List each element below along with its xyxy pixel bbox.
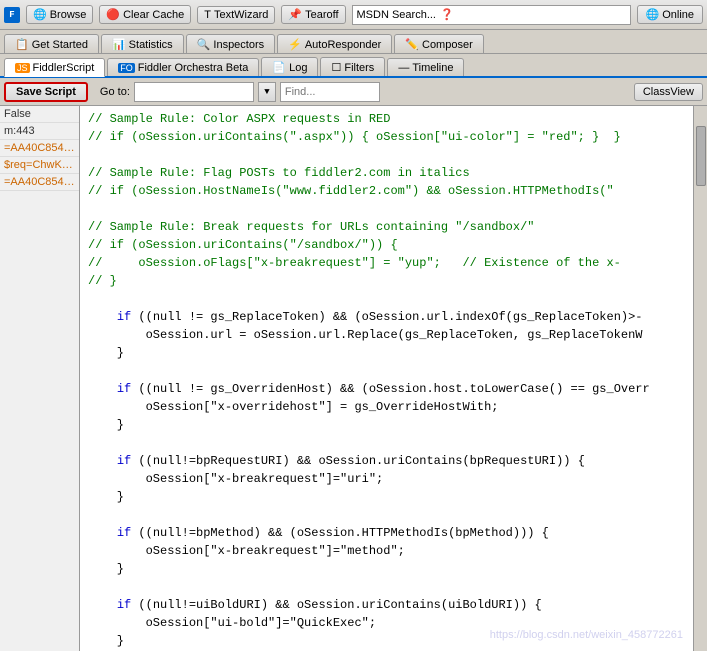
code-editor[interactable]: // Sample Rule: Color ASPX requests in R… — [80, 106, 693, 651]
tearoff-icon: 📌 — [288, 8, 302, 21]
clear-cache-icon: 🔴 — [106, 8, 120, 21]
sidebar: False m:443 =AA40C8549CC $req=ChwKDG =AA… — [0, 106, 80, 651]
online-icon: 🌐 — [646, 8, 660, 21]
main-tabbar: 📋 Get Started 📊 Statistics 🔍 Inspectors … — [0, 30, 707, 54]
list-item: m:443 — [0, 123, 79, 140]
app-icon: F — [4, 7, 20, 23]
tab-fiddler-orchestra[interactable]: FO Fiddler Orchestra Beta — [107, 58, 259, 76]
timeline-icon: — — [398, 62, 409, 74]
autoresponder-icon: ⚡ — [288, 38, 302, 51]
goto-label: Go to: — [100, 86, 130, 98]
browse-icon: 🌐 — [33, 8, 47, 21]
tab-fiddlerscript[interactable]: JS FiddlerScript — [4, 58, 105, 77]
tab-log[interactable]: 📄 Log — [261, 57, 318, 76]
log-icon: 📄 — [272, 61, 286, 74]
tab-statistics[interactable]: 📊 Statistics — [101, 34, 184, 53]
vertical-scrollbar[interactable] — [693, 106, 707, 651]
list-item: False — [0, 106, 79, 123]
fiddlerscript-icon: JS — [15, 63, 30, 73]
filters-icon: ☐ — [331, 61, 341, 74]
titlebar: F 🌐 Browse 🔴 Clear Cache T TextWizard 📌 … — [0, 0, 707, 30]
goto-input[interactable] — [134, 82, 254, 102]
watermark: https://blog.csdn.net/weixin_458772261 — [490, 629, 683, 641]
main-content: False m:443 =AA40C8549CC $req=ChwKDG =AA… — [0, 106, 707, 651]
list-item: $req=ChwKDG — [0, 157, 79, 174]
tab-autoresponder[interactable]: ⚡ AutoResponder — [277, 34, 392, 53]
tab-inspectors[interactable]: 🔍 Inspectors — [186, 34, 275, 53]
inspectors-icon: 🔍 — [197, 38, 211, 51]
tab-filters[interactable]: ☐ Filters — [320, 57, 385, 76]
statistics-icon: 📊 — [112, 38, 126, 51]
composer-icon: ✏️ — [405, 38, 419, 51]
tearoff-button[interactable]: 📌 Tearoff — [281, 5, 345, 24]
save-script-button[interactable]: Save Script — [4, 82, 88, 102]
tab-timeline[interactable]: — Timeline — [387, 58, 464, 76]
classview-button[interactable]: ClassView — [634, 83, 703, 101]
script-toolbar: Save Script Go to: ▼ ClassView — [0, 78, 707, 106]
tab-composer[interactable]: ✏️ Composer — [394, 34, 483, 53]
tab-get-started[interactable]: 📋 Get Started — [4, 34, 99, 53]
online-button[interactable]: 🌐 Online — [637, 5, 704, 24]
textwizard-icon: T — [204, 9, 211, 21]
fiddler-orchestra-icon: FO — [118, 63, 135, 73]
code-content: // Sample Rule: Color ASPX requests in R… — [80, 106, 693, 651]
browse-button[interactable]: 🌐 Browse — [26, 5, 93, 24]
clear-cache-button[interactable]: 🔴 Clear Cache — [99, 5, 191, 24]
sub-tabbar: JS FiddlerScript FO Fiddler Orchestra Be… — [0, 54, 707, 78]
msdn-search-area[interactable]: MSDN Search... ❓ — [352, 5, 631, 25]
search-icon: ❓ — [440, 8, 454, 21]
scroll-thumb[interactable] — [696, 126, 706, 186]
list-item: =AA40C8549CC — [0, 140, 79, 157]
textwizard-button[interactable]: T TextWizard — [197, 6, 275, 24]
goto-dropdown[interactable]: ▼ — [258, 82, 276, 102]
find-input[interactable] — [280, 82, 380, 102]
get-started-icon: 📋 — [15, 38, 29, 51]
list-item: =AA40C8549CC — [0, 174, 79, 191]
